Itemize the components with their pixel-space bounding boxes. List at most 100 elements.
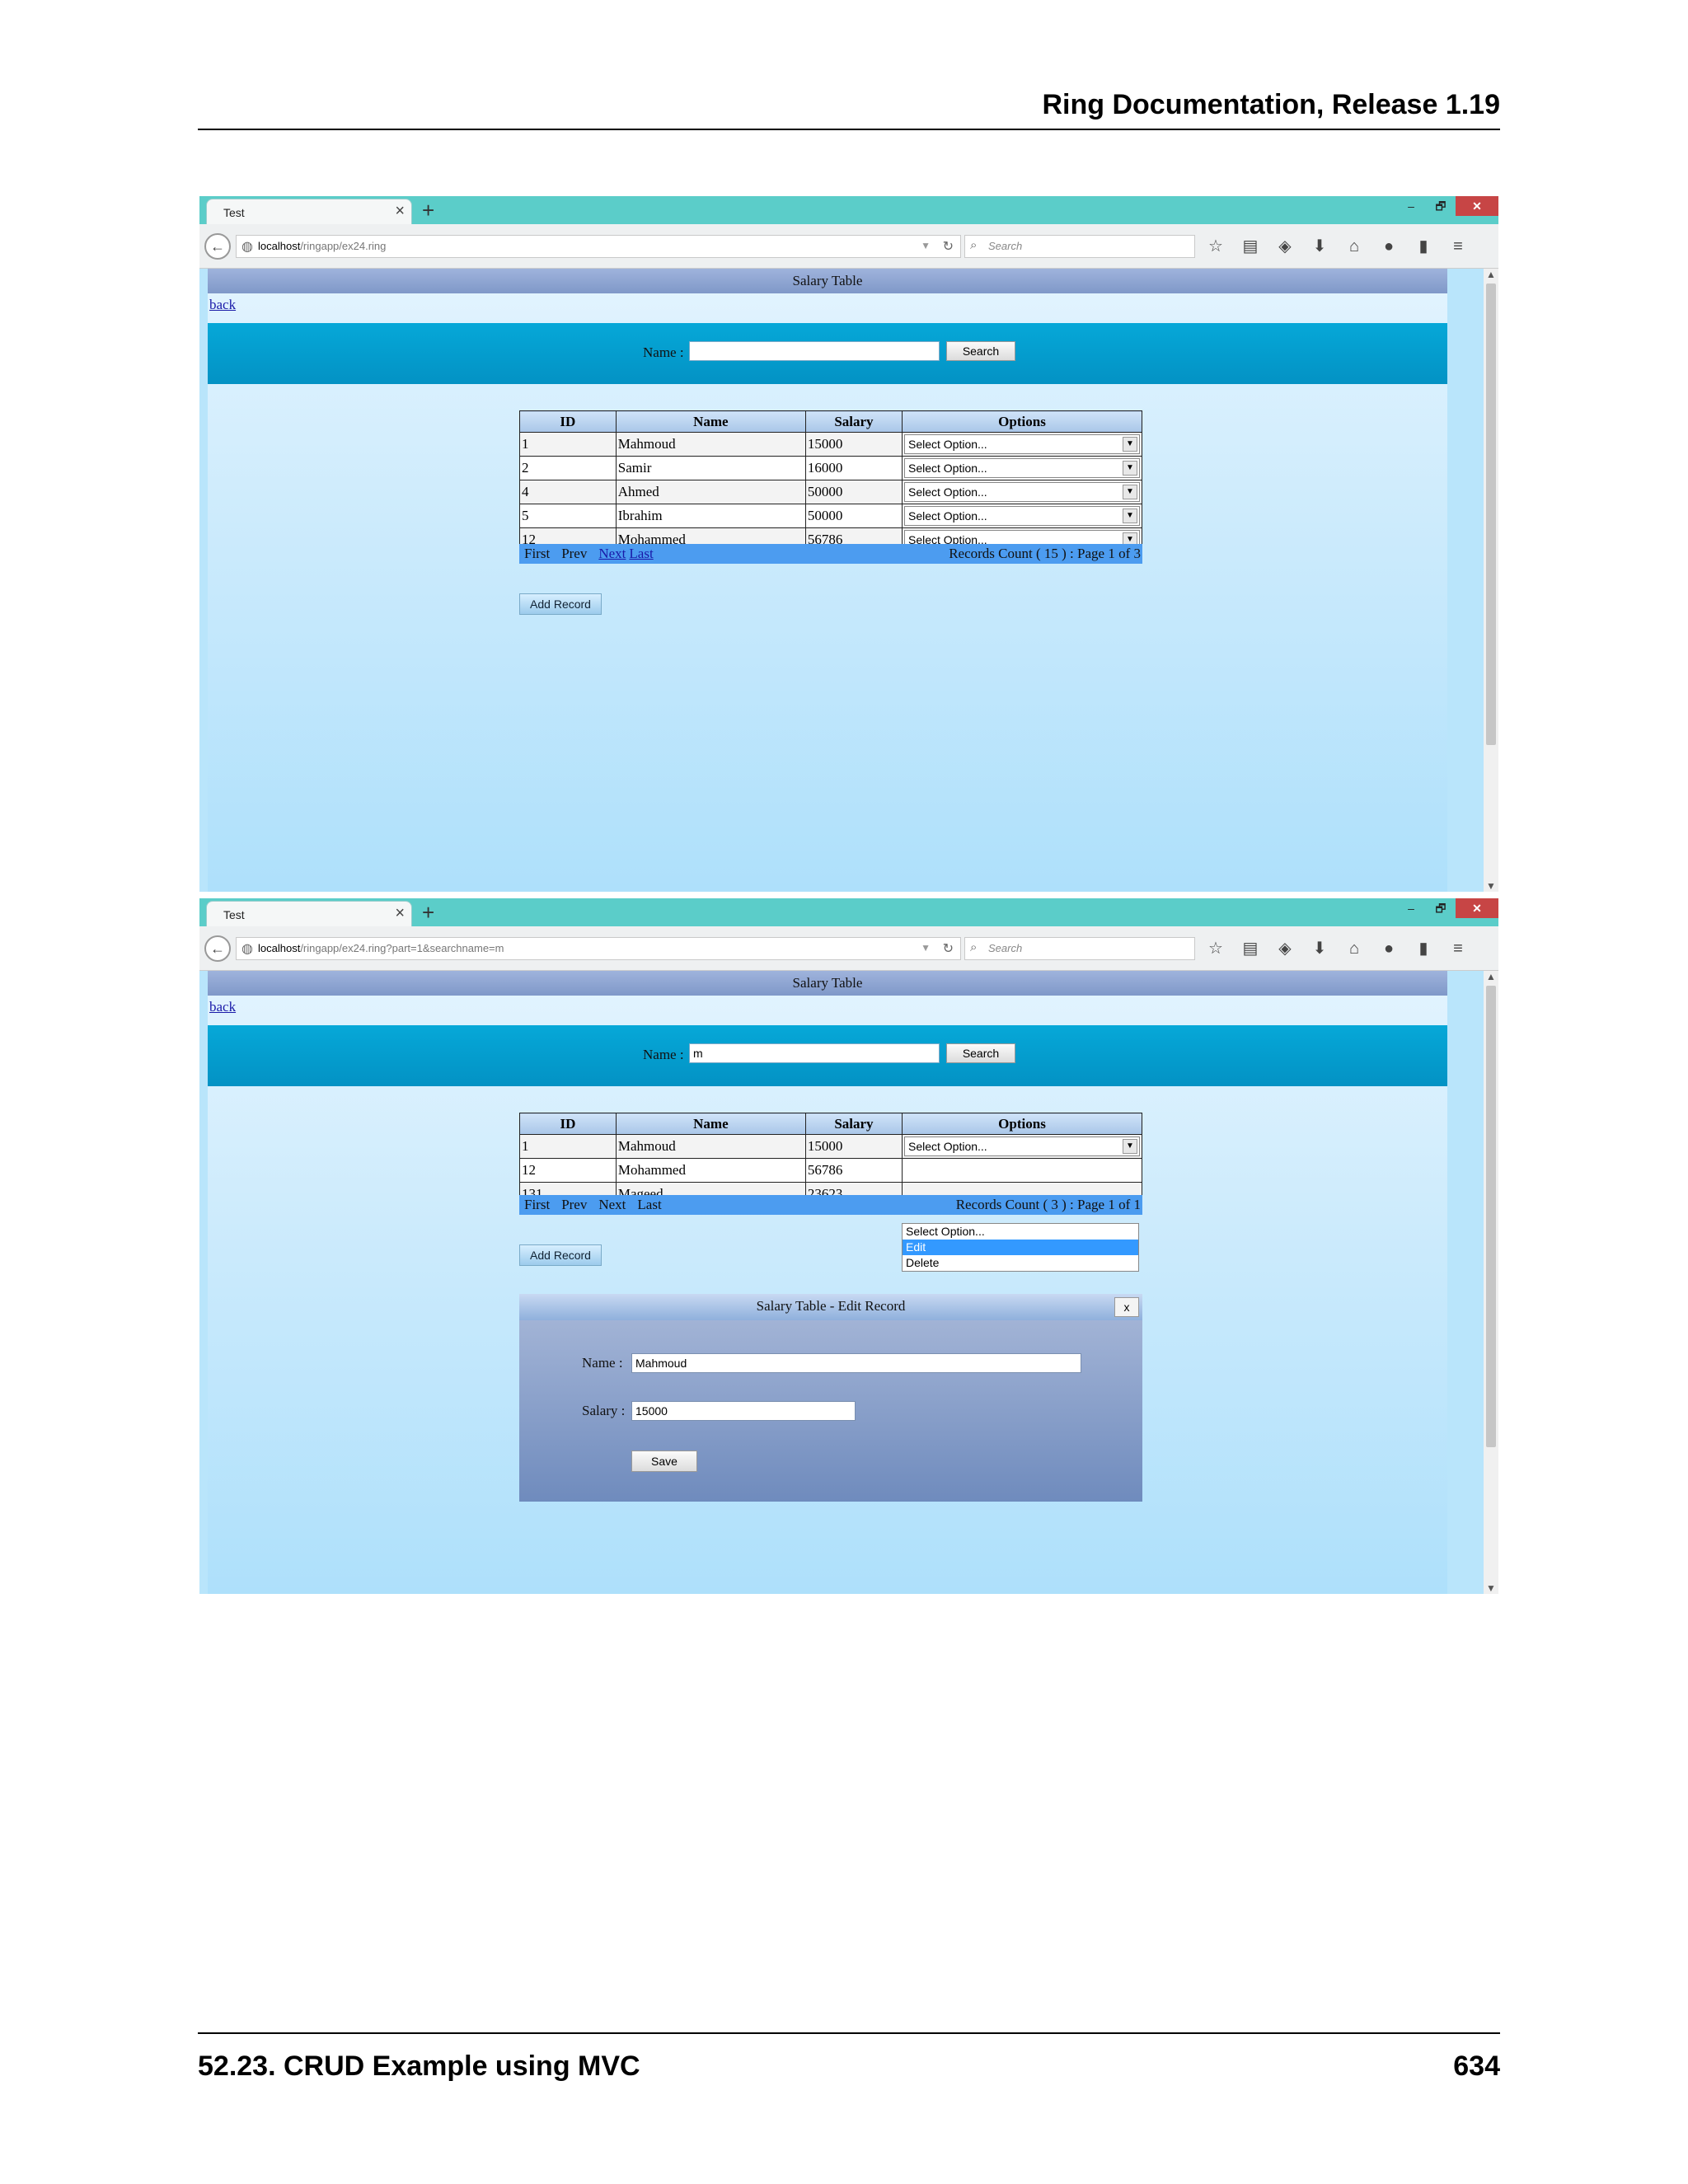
scroll-down-icon[interactable]: ▼ [1484,880,1498,892]
back-arrow-icon[interactable]: ← [204,233,231,260]
tab-close-icon[interactable]: × [395,202,405,221]
chevron-down-icon: ▼ [1122,485,1137,499]
table-row: 12 Mohammed 56786 [519,1158,1143,1183]
library-icon[interactable]: ▮ [1413,938,1434,959]
pocket-icon[interactable]: ◈ [1274,236,1296,257]
reload-icon[interactable]: ↻ [943,238,954,255]
back-link[interactable]: back [209,297,236,313]
column-header-name: Name [615,1113,806,1135]
scroll-thumb[interactable] [1486,284,1496,745]
window-controls: – 🗗 ✕ [1396,898,1498,920]
nav-bar: ← ◍ localhost/ringapp/ex24.ring?part=1&s… [199,926,1498,971]
chat-icon[interactable]: ● [1378,236,1400,257]
search-input[interactable] [689,341,940,361]
pager-next: Next [598,1197,626,1212]
url-text: localhost/ringapp/ex24.ring?part=1&searc… [258,942,504,954]
cell-options: Select Option... ▼ [901,432,1143,457]
web-page: Salary Table back Name : Search ID Name … [208,269,1447,892]
back-link[interactable]: back [209,999,236,1015]
url-text: localhost/ringapp/ex24.ring [258,240,387,252]
cell-name: Ahmed [615,480,806,504]
tab-title: Test [223,908,245,921]
scrollbar[interactable]: ▲ ▼ [1484,269,1498,892]
browser-tab[interactable]: Test × [206,199,412,224]
search-panel: Name : Search [208,323,1447,384]
home-icon[interactable]: ⌂ [1343,938,1365,959]
cell-salary: 50000 [804,480,903,504]
dropdown-option-delete[interactable]: Delete [903,1255,1138,1271]
scroll-down-icon[interactable]: ▼ [1484,1582,1498,1594]
footer-section-title: 52.23. CRUD Example using MVC [198,2050,640,2082]
bookmark-star-icon[interactable]: ☆ [1205,236,1226,257]
page-title: Salary Table [208,971,1447,996]
add-record-button[interactable]: Add Record [519,1244,602,1266]
nav-bar: ← ◍ localhost/ringapp/ex24.ring ▼ ↻ ⌕ Se… [199,224,1498,269]
window-controls: – 🗗 ✕ [1396,196,1498,218]
chat-icon[interactable]: ● [1378,938,1400,959]
column-header-id: ID [519,1113,617,1135]
reload-icon[interactable]: ↻ [943,940,954,957]
cell-id: 4 [519,480,617,504]
clipboard-icon[interactable]: ▤ [1240,938,1261,959]
options-select[interactable]: Select Option... ▼ [903,1137,1140,1156]
dropdown-option-edit[interactable]: Edit [903,1240,1138,1255]
dropdown-option[interactable]: Select Option... [903,1224,1138,1240]
download-icon[interactable]: ⬇ [1309,236,1330,257]
browser-search-box[interactable]: ⌕ Search [964,937,1195,960]
new-tab-icon[interactable]: + [422,198,434,223]
options-select[interactable]: Select Option... ▼ [903,458,1140,478]
search-button[interactable]: Search [946,1043,1015,1063]
options-select[interactable]: Select Option... ▼ [903,482,1140,502]
url-bar[interactable]: ◍ localhost/ringapp/ex24.ring?part=1&sea… [236,937,961,960]
scroll-up-icon[interactable]: ▲ [1484,971,1498,982]
clipboard-icon[interactable]: ▤ [1240,236,1261,257]
url-dropdown-icon[interactable]: ▼ [921,240,931,251]
cell-name: Ibrahim [615,504,806,528]
menu-icon[interactable]: ≡ [1447,236,1469,257]
pager-next[interactable]: Next [598,544,626,564]
url-bar[interactable]: ◍ localhost/ringapp/ex24.ring ▼ ↻ [236,235,961,258]
cell-options: Select Option... ▼ [901,504,1143,528]
cell-options: Select Option... ▼ [901,1134,1143,1159]
scroll-thumb[interactable] [1486,986,1496,1447]
url-dropdown-icon[interactable]: ▼ [921,942,931,954]
search-label: Name : [643,1047,684,1062]
name-field[interactable]: Mahmoud [631,1353,1081,1373]
restore-icon[interactable]: 🗗 [1426,196,1456,216]
chevron-down-icon: ▼ [1122,437,1137,452]
options-select[interactable]: Select Option... ▼ [903,434,1140,454]
restore-icon[interactable]: 🗗 [1426,898,1456,918]
minimize-icon[interactable]: – [1396,196,1426,216]
add-record-button[interactable]: Add Record [519,593,602,615]
options-select[interactable]: Select Option... ▼ [903,506,1140,526]
menu-icon[interactable]: ≡ [1447,938,1469,959]
search-button[interactable]: Search [946,341,1015,361]
cell-salary: 15000 [804,432,903,457]
back-arrow-icon[interactable]: ← [204,935,231,962]
search-input[interactable]: m [689,1043,940,1063]
salary-field[interactable]: 15000 [631,1401,856,1421]
pager-last[interactable]: Last [629,544,653,564]
scrollbar[interactable]: ▲ ▼ [1484,971,1498,1594]
scroll-up-icon[interactable]: ▲ [1484,269,1498,280]
window-close-icon[interactable]: ✕ [1456,898,1498,918]
table-row: 1 Mahmoud 15000 Select Option... ▼ [519,1134,1143,1159]
new-tab-icon[interactable]: + [422,900,434,926]
dialog-close-button[interactable]: x [1114,1297,1139,1317]
browser-tab[interactable]: Test × [206,901,412,926]
records-count: Records Count ( 15 ) : Page 1 of 3 [949,546,1141,561]
column-header-options: Options [901,410,1143,433]
window-close-icon[interactable]: ✕ [1456,196,1498,216]
dialog-title: Salary Table - Edit Record [519,1294,1142,1320]
bookmark-star-icon[interactable]: ☆ [1205,938,1226,959]
save-button[interactable]: Save [631,1451,697,1472]
pocket-icon[interactable]: ◈ [1274,938,1296,959]
home-icon[interactable]: ⌂ [1343,236,1365,257]
tab-bar: Test × + – 🗗 ✕ [199,898,1498,926]
download-icon[interactable]: ⬇ [1309,938,1330,959]
table-row: 5 Ibrahim 50000 Select Option... ▼ [519,504,1143,528]
browser-search-box[interactable]: ⌕ Search [964,235,1195,258]
minimize-icon[interactable]: – [1396,898,1426,918]
tab-close-icon[interactable]: × [395,904,405,923]
library-icon[interactable]: ▮ [1413,236,1434,257]
